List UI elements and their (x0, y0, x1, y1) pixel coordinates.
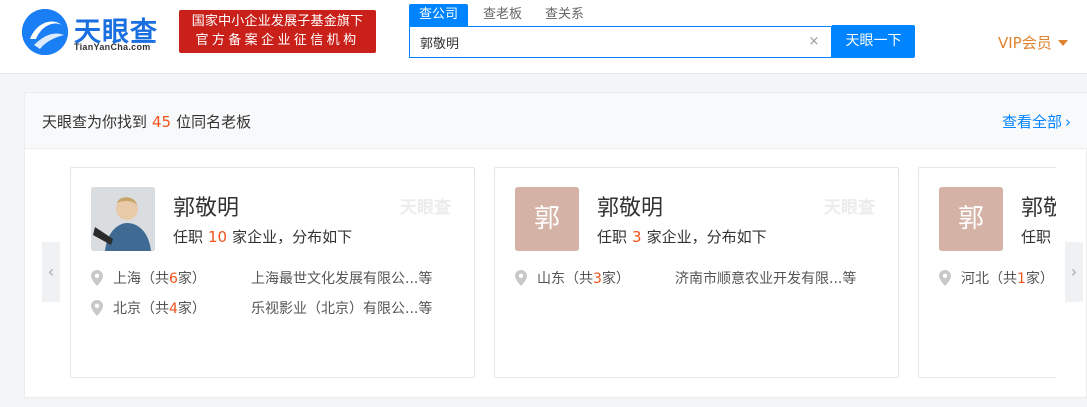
vip-label: VIP会员 (998, 34, 1052, 52)
region-label: 山东（共3家） (537, 268, 630, 288)
region-open: （共 (989, 271, 1017, 287)
region-name: 北京 (113, 301, 141, 317)
top-header: 天眼查 TianYanCha.com 国家中小企业发展子基金旗下 官方备案企业征… (0, 0, 1087, 74)
role-suffix: 家企业，分布如下 (646, 228, 767, 246)
role-count: 10 (208, 228, 228, 246)
chevron-left-icon: ‹ (47, 262, 55, 281)
company-link[interactable]: 济南市顺意农业开发有限...等 (675, 268, 880, 288)
role-prefix: 任职 (1021, 228, 1052, 246)
region-open: （共 (141, 301, 169, 317)
tab-search-relation[interactable]: 查关系 (545, 4, 584, 26)
region-count: 6 (169, 271, 178, 287)
banner-line-2: 官方备案企业征信机构 (195, 33, 360, 48)
vip-menu[interactable]: VIP会员 (998, 32, 1068, 53)
watermark: 天眼查 (400, 198, 451, 218)
location-pin-icon (515, 270, 527, 286)
next-arrow-button[interactable]: › (1065, 242, 1083, 302)
region-row: 北京（共4家） 乐视影业（北京）有限公...等 (91, 298, 461, 318)
region-name: 河北 (961, 271, 989, 287)
logo-domain: TianYanCha.com (74, 42, 151, 52)
region-row: 山东（共3家） 济南市顺意农业开发有限...等 (515, 268, 885, 288)
region-close: 家） (177, 271, 206, 287)
company-link[interactable]: 上海最世文化发展有限公...等 (251, 268, 456, 288)
location-pin-icon (939, 270, 951, 286)
company-link[interactable]: 乐视影业（北京）有限公...等 (251, 298, 456, 318)
region-name: 上海 (113, 271, 141, 287)
banner-line-1: 国家中小企业发展子基金旗下 (191, 14, 364, 29)
role-prefix: 任职 (173, 228, 204, 246)
caret-down-icon (1057, 39, 1068, 46)
boss-card[interactable]: 郭 郭敬明 天眼查 任职 3 家企业，分布如下 山东（共3家） 济南市顺意农业开发有… (494, 167, 899, 378)
chevron-right-icon: › (1070, 262, 1078, 281)
role-summary: 任职 10 家企业，分布如下 (173, 226, 352, 247)
region-name: 山东 (537, 271, 565, 287)
view-all-link[interactable]: 查看全部 › (1002, 111, 1071, 132)
result-count: 45 (152, 113, 172, 131)
location-pin-icon (91, 300, 103, 316)
search-box: × (409, 26, 832, 58)
region-label: 河北（共1家） (961, 268, 1054, 288)
eye-logo-icon (22, 9, 68, 55)
region-open: （共 (141, 271, 169, 287)
region-label: 上海（共6家） (113, 268, 206, 288)
tianyancha-logo[interactable]: 天眼查 TianYanCha.com (22, 9, 172, 57)
boss-cards-carousel: 郭敬明 天眼查 任职 10 家企业，分布如下 上海（共6家） 上海最世文化发展有限公… (70, 167, 1056, 379)
clear-icon[interactable]: × (806, 34, 822, 50)
region-label: 北京（共4家） (113, 298, 206, 318)
result-prefix: 天眼查为你找到 (42, 113, 148, 131)
official-banner: 国家中小企业发展子基金旗下 官方备案企业征信机构 (179, 10, 376, 53)
region-row: 上海（共6家） 上海最世文化发展有限公...等 (91, 268, 461, 288)
avatar: 郭 (939, 187, 1003, 251)
boss-card[interactable]: 郭敬明 天眼查 任职 10 家企业，分布如下 上海（共6家） 上海最世文化发展有限公… (70, 167, 475, 378)
role-count: 3 (632, 228, 642, 246)
boss-card[interactable]: 郭 郭敬 任职 河北（共1家） (918, 167, 1056, 378)
role-suffix: 家企业，分布如下 (232, 228, 353, 246)
region-count: 4 (169, 301, 178, 317)
result-suffix: 位同名老板 (176, 113, 252, 131)
region-open: （共 (565, 271, 593, 287)
boss-name[interactable]: 郭敬明 (597, 190, 663, 222)
watermark: 天眼查 (824, 198, 875, 218)
view-all-label: 查看全部 (1002, 113, 1063, 131)
tab-search-company[interactable]: 查公司 (409, 4, 469, 26)
region-count: 1 (1017, 271, 1026, 287)
region-count: 3 (593, 271, 602, 287)
boss-name[interactable]: 郭敬明 (173, 190, 239, 222)
avatar (91, 187, 155, 251)
result-summary: 天眼查为你找到 45 位同名老板 (42, 111, 251, 132)
avatar: 郭 (515, 187, 579, 251)
location-pin-icon (91, 270, 103, 286)
boss-name[interactable]: 郭敬 (1021, 190, 1056, 222)
search-button[interactable]: 天眼一下 (832, 25, 915, 58)
role-summary: 任职 3 家企业，分布如下 (597, 226, 767, 247)
chevron-right-icon: › (1065, 113, 1072, 131)
region-row: 河北（共1家） (939, 268, 1056, 288)
region-close: 家） (177, 301, 206, 317)
search-input[interactable] (420, 32, 800, 52)
tab-search-boss[interactable]: 查老板 (483, 4, 522, 26)
region-close: 家） (1025, 271, 1054, 287)
panel-header: 天眼查为你找到 45 位同名老板 查看全部 › (25, 93, 1087, 149)
prev-arrow-button[interactable]: ‹ (42, 242, 60, 302)
same-name-boss-panel: 天眼查为你找到 45 位同名老板 查看全部 › ‹ › 郭敬明 天眼查 任职 1… (24, 92, 1087, 398)
role-summary: 任职 (1021, 226, 1051, 247)
role-prefix: 任职 (597, 228, 628, 246)
region-close: 家） (601, 271, 630, 287)
